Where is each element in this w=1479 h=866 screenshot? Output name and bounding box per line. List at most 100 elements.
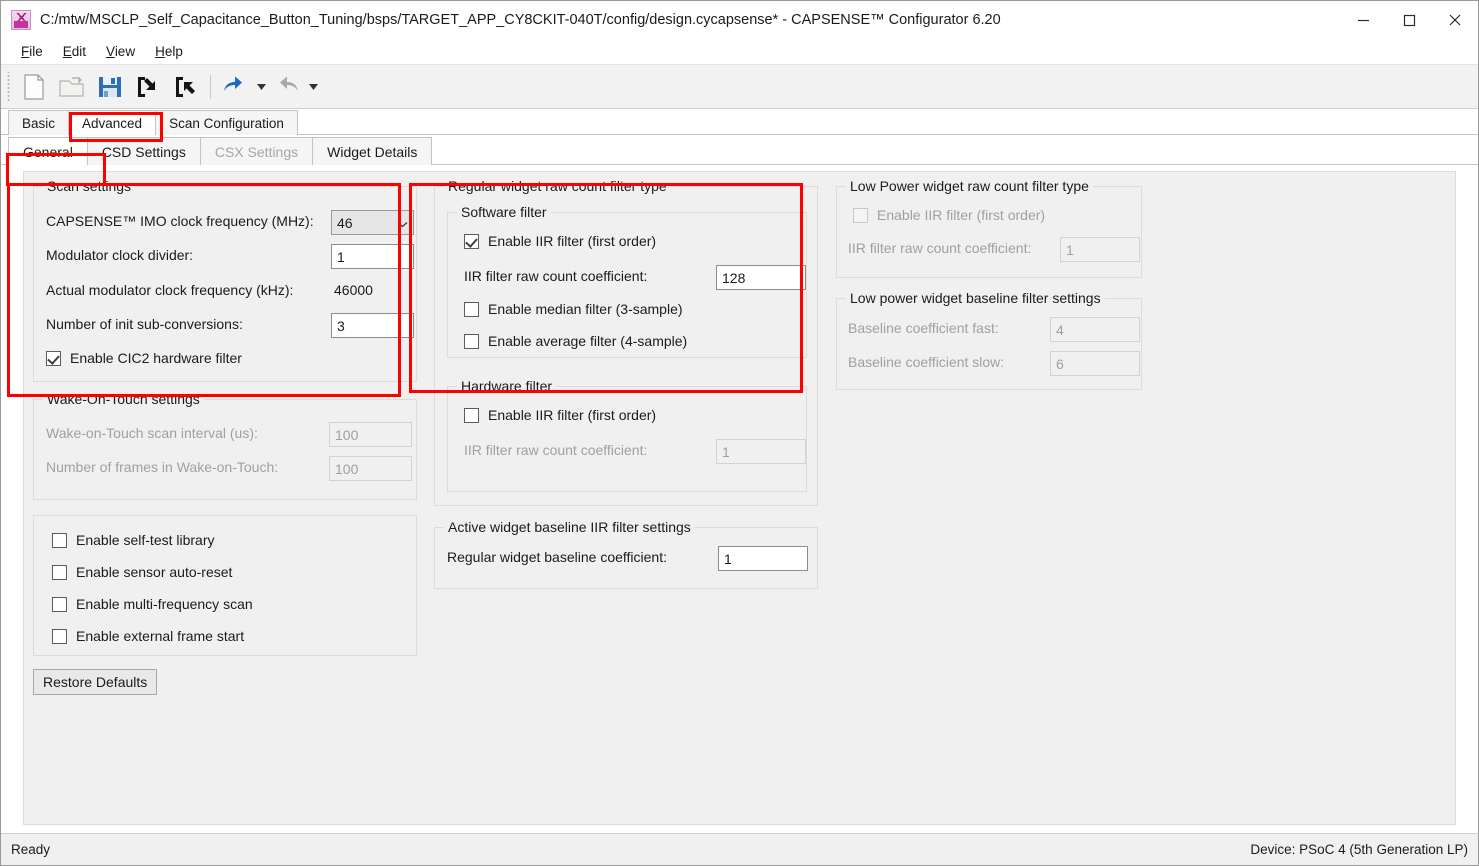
undo-icon[interactable]	[216, 70, 254, 104]
tab-csd-settings-label: CSD Settings	[101, 143, 186, 160]
wake-on-touch-interval-label: Wake-on-Touch scan interval (us):	[46, 425, 258, 441]
wake-on-touch-frames-label: Number of frames in Wake-on-Touch:	[46, 459, 279, 475]
external-frame-start-label: Enable external frame start	[76, 628, 245, 644]
low-power-iir-filter-checkbox-box	[853, 207, 868, 223]
tab-general[interactable]: General	[8, 137, 88, 165]
low-power-filter-group: Low Power widget raw count filter type E…	[836, 178, 1142, 278]
regular-widget-baseline-value: 1	[724, 550, 732, 567]
regular-widget-filter-title: Regular widget raw count filter type	[444, 178, 671, 194]
init-subconversions-input[interactable]: 3	[331, 313, 414, 338]
hardware-iir-filter-checkbox[interactable]: Enable IIR filter (first order)	[464, 407, 656, 423]
wake-on-touch-frames-value: 100	[335, 460, 359, 477]
advanced-general-panel: Scan settings CAPSENSE™ IMO clock freque…	[23, 171, 1456, 825]
tab-csd-settings[interactable]: CSD Settings	[86, 137, 201, 165]
init-subconversions-row: Number of init sub-conversions: 3	[46, 313, 414, 338]
tab-widget-details[interactable]: Widget Details	[312, 137, 433, 165]
status-bar: Ready Device: PSoC 4 (5th Generation LP)	[1, 833, 1478, 865]
chevron-down-icon	[397, 215, 408, 231]
low-power-baseline-title: Low power widget baseline filter setting…	[846, 290, 1105, 306]
new-file-icon[interactable]	[15, 70, 53, 104]
modulator-clock-divider-label: Modulator clock divider:	[46, 247, 194, 263]
hardware-iir-coefficient-row: IIR filter raw count coefficient: 1	[464, 439, 806, 464]
active-widget-baseline-group: Active widget baseline IIR filter settin…	[434, 519, 818, 589]
software-iir-coefficient-row: IIR filter raw count coefficient: 128	[464, 265, 806, 290]
wake-on-touch-interval-value: 100	[335, 426, 359, 443]
regular-widget-baseline-input[interactable]: 1	[718, 546, 808, 571]
tab-scan-configuration[interactable]: Scan Configuration	[155, 110, 298, 135]
undo-dropdown-icon[interactable]	[254, 70, 268, 104]
low-power-iir-filter-label: Enable IIR filter (first order)	[877, 207, 1046, 223]
restore-defaults-button[interactable]: Restore Defaults	[33, 669, 158, 695]
modulator-clock-divider-value: 1	[337, 248, 345, 265]
hardware-iir-filter-label: Enable IIR filter (first order)	[488, 407, 657, 423]
wake-on-touch-settings-group: Wake-On-Touch settings Wake-on-Touch sca…	[33, 391, 417, 500]
software-iir-coefficient-input[interactable]: 128	[716, 265, 806, 290]
cic2-hardware-filter-checkbox[interactable]: Enable CIC2 hardware filter	[46, 350, 242, 366]
median-filter-checkbox-box	[464, 301, 479, 317]
menu-help[interactable]: Help	[145, 42, 193, 61]
tab-advanced[interactable]: Advanced	[68, 110, 157, 135]
cic2-hardware-filter-label: Enable CIC2 hardware filter	[70, 350, 242, 366]
active-widget-baseline-title: Active widget baseline IIR filter settin…	[444, 519, 695, 535]
software-iir-coefficient-value: 128	[722, 269, 746, 286]
redo-icon[interactable]	[268, 70, 306, 104]
baseline-coefficient-fast-label: Baseline coefficient fast:	[848, 320, 999, 336]
capsense-app-icon	[11, 10, 31, 30]
import-icon[interactable]	[129, 70, 167, 104]
wake-on-touch-frames-input: 100	[329, 456, 412, 481]
imo-clock-value: 46	[337, 214, 353, 231]
open-file-icon[interactable]	[53, 70, 91, 104]
regular-widget-baseline-row: Regular widget baseline coefficient: 1	[447, 546, 808, 571]
actual-modulator-frequency-value: 46000	[334, 282, 373, 298]
save-icon[interactable]	[91, 70, 129, 104]
tab-basic-label: Basic	[22, 115, 56, 131]
imo-clock-row: CAPSENSE™ IMO clock frequency (MHz): 46	[46, 210, 414, 235]
hardware-iir-coefficient-label: IIR filter raw count coefficient:	[464, 442, 648, 458]
baseline-coefficient-slow-value: 6	[1056, 355, 1064, 372]
sensor-auto-reset-checkbox[interactable]: Enable sensor auto-reset	[52, 564, 232, 580]
imo-clock-label: CAPSENSE™ IMO clock frequency (MHz):	[46, 213, 314, 229]
tab-csx-settings-label: CSX Settings	[214, 143, 299, 160]
low-power-iir-coefficient-value: 1	[1066, 241, 1074, 258]
software-iir-filter-checkbox-box	[464, 233, 479, 249]
tab-basic[interactable]: Basic	[8, 110, 70, 135]
maximize-button[interactable]	[1386, 1, 1432, 39]
imo-clock-select[interactable]: 46	[331, 210, 414, 235]
minimize-button[interactable]	[1340, 1, 1386, 39]
low-power-baseline-group: Low power widget baseline filter setting…	[836, 290, 1142, 390]
export-icon[interactable]	[167, 70, 205, 104]
external-frame-start-checkbox[interactable]: Enable external frame start	[52, 628, 244, 644]
close-button[interactable]	[1432, 1, 1478, 39]
wake-on-touch-frames-row: Number of frames in Wake-on-Touch: 100	[46, 456, 412, 481]
menu-view[interactable]: View	[96, 42, 145, 61]
actual-modulator-frequency-label: Actual modulator clock frequency (kHz):	[46, 282, 294, 298]
menu-edit[interactable]: Edit	[53, 42, 96, 61]
restore-defaults-label: Restore Defaults	[43, 674, 148, 690]
baseline-coefficient-slow-input: 6	[1050, 351, 1140, 376]
multi-frequency-scan-checkbox[interactable]: Enable multi-frequency scan	[52, 596, 253, 612]
modulator-clock-divider-input[interactable]: 1	[331, 244, 414, 269]
sensor-auto-reset-label: Enable sensor auto-reset	[76, 564, 233, 580]
hardware-filter-title: Hardware filter	[457, 378, 557, 394]
baseline-coefficient-fast-input: 4	[1050, 317, 1140, 342]
median-filter-checkbox[interactable]: Enable median filter (3-sample)	[464, 301, 683, 317]
software-iir-filter-checkbox[interactable]: Enable IIR filter (first order)	[464, 233, 656, 249]
menu-file[interactable]: File	[11, 42, 53, 61]
app-window: C:/mtw/MSCLP_Self_Capacitance_Button_Tun…	[0, 0, 1479, 866]
self-test-library-checkbox[interactable]: Enable self-test library	[52, 532, 215, 548]
init-subconversions-label: Number of init sub-conversions:	[46, 316, 243, 332]
toolbar-separator	[210, 74, 211, 99]
software-filter-group: Software filter Enable IIR filter (first…	[447, 204, 807, 358]
hardware-iir-coefficient-input: 1	[716, 439, 806, 464]
baseline-coefficient-fast-row: Baseline coefficient fast: 4	[848, 317, 1140, 342]
baseline-coefficient-fast-value: 4	[1056, 321, 1064, 338]
redo-dropdown-icon[interactable]	[306, 70, 320, 104]
average-filter-checkbox-box	[464, 333, 479, 349]
toolbar-grip[interactable]	[5, 71, 13, 102]
software-filter-title: Software filter	[457, 204, 551, 220]
feature-toggles-group: Enable self-test library Enable sensor a…	[33, 515, 417, 656]
average-filter-checkbox[interactable]: Enable average filter (4-sample)	[464, 333, 687, 349]
menu-bar: File Edit View Help	[1, 39, 1478, 65]
wake-on-touch-interval-input: 100	[329, 422, 412, 447]
average-filter-label: Enable average filter (4-sample)	[488, 333, 688, 349]
